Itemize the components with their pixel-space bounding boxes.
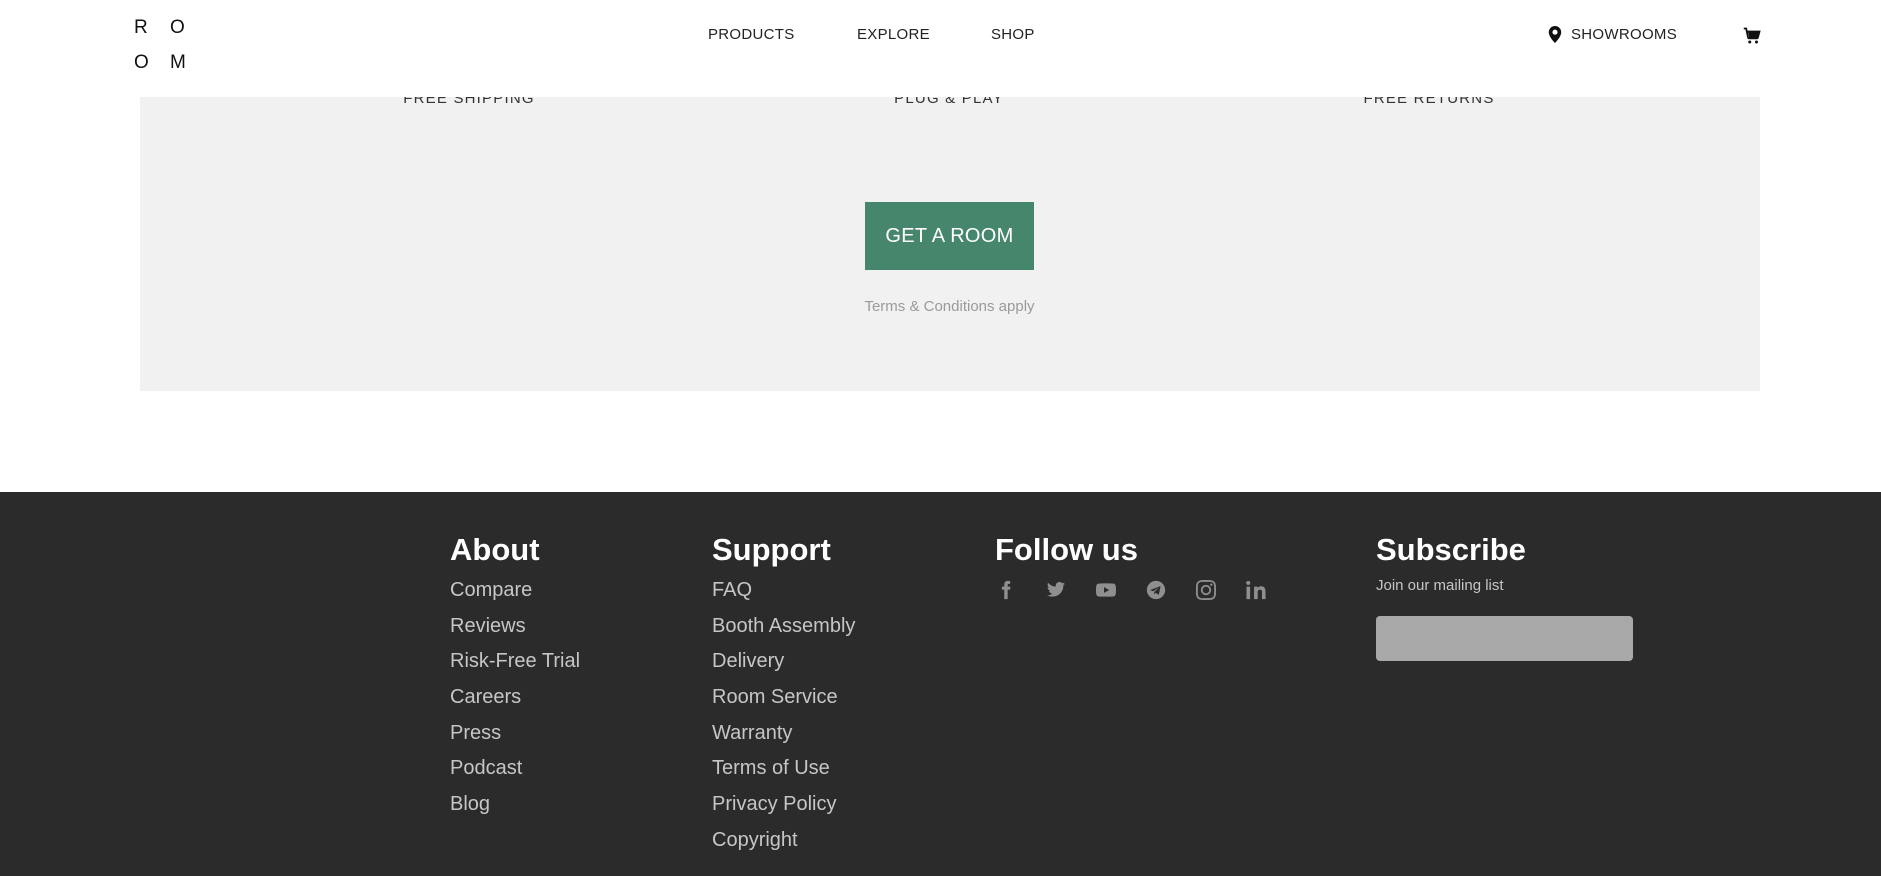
get-a-room-button[interactable]: GET A ROOM <box>865 202 1034 270</box>
social-links <box>995 579 1267 601</box>
showrooms-label: SHOWROOMS <box>1571 26 1678 43</box>
footer-link-press[interactable]: Press <box>450 722 580 758</box>
site-header: R O O M PRODUCTS EXPLORE SHOP SHOWROOMS <box>0 0 1881 97</box>
nav-products[interactable]: PRODUCTS <box>708 26 795 43</box>
footer-link-compare[interactable]: Compare <box>450 579 580 615</box>
footer-link-blog[interactable]: Blog <box>450 793 580 829</box>
nav-shop[interactable]: SHOP <box>991 26 1035 43</box>
youtube-icon[interactable] <box>1095 579 1117 601</box>
logo-letter: O <box>134 52 149 73</box>
footer-follow: Follow us <box>995 532 1267 601</box>
telegram-icon[interactable] <box>1145 579 1167 601</box>
location-pin-icon <box>1548 26 1562 43</box>
facebook-icon[interactable] <box>995 579 1017 601</box>
logo-letter: O <box>170 17 185 38</box>
footer-link-podcast[interactable]: Podcast <box>450 757 580 793</box>
site-footer: About Compare Reviews Risk-Free Trial Ca… <box>0 492 1881 876</box>
footer-link-risk-free-trial[interactable]: Risk-Free Trial <box>450 650 580 686</box>
footer-follow-title: Follow us <box>995 532 1138 567</box>
footer-link-careers[interactable]: Careers <box>450 686 580 722</box>
email-field[interactable] <box>1376 616 1633 661</box>
showrooms-link[interactable]: SHOWROOMS <box>1548 26 1677 43</box>
nav-explore[interactable]: EXPLORE <box>857 26 930 43</box>
footer-link-delivery[interactable]: Delivery <box>712 650 855 686</box>
footer-subscribe: Subscribe Join our mailing list <box>1376 532 1633 661</box>
footer-link-privacy-policy[interactable]: Privacy Policy <box>712 793 855 829</box>
terms-note: Terms & Conditions apply <box>864 298 1035 315</box>
footer-link-terms-of-use[interactable]: Terms of Use <box>712 757 855 793</box>
footer-subscribe-title: Subscribe <box>1376 532 1526 567</box>
cart-icon[interactable] <box>1743 27 1761 45</box>
footer-link-faq[interactable]: FAQ <box>712 579 855 615</box>
footer-about-title: About <box>450 532 540 567</box>
footer-support: Support FAQ Booth Assembly Delivery Room… <box>712 532 855 865</box>
logo-letter: R <box>134 17 148 38</box>
instagram-icon[interactable] <box>1195 579 1217 601</box>
linkedin-icon[interactable] <box>1245 579 1267 601</box>
mailing-list-label: Join our mailing list <box>1376 577 1504 594</box>
footer-link-room-service[interactable]: Room Service <box>712 686 855 722</box>
footer-link-booth-assembly[interactable]: Booth Assembly <box>712 615 855 651</box>
footer-link-warranty[interactable]: Warranty <box>712 722 855 758</box>
footer-support-title: Support <box>712 532 831 567</box>
promo-panel: FREE SHIPPING PLUG & PLAY FREE RETURNS G… <box>140 90 1760 391</box>
footer-about: About Compare Reviews Risk-Free Trial Ca… <box>450 532 580 829</box>
footer-link-reviews[interactable]: Reviews <box>450 615 580 651</box>
footer-link-copyright[interactable]: Copyright <box>712 829 855 865</box>
logo-letter: M <box>170 52 186 73</box>
twitter-icon[interactable] <box>1045 579 1067 601</box>
room-logo[interactable]: R O O M <box>134 17 194 77</box>
